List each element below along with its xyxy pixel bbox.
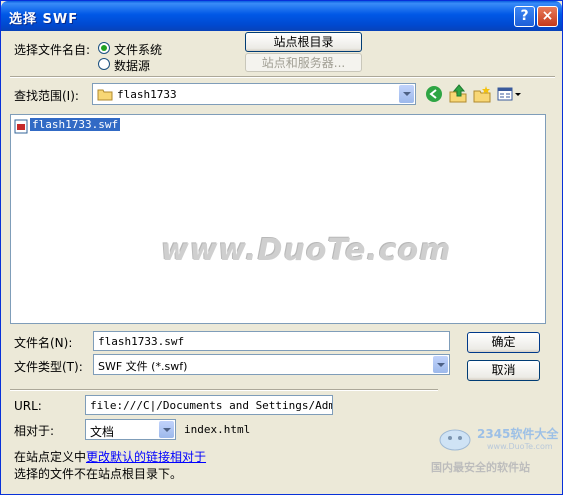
not-in-root-note: 选择的文件不在站点根目录下。 bbox=[14, 467, 183, 481]
site-definition-prefix: 在站点定义中 bbox=[14, 450, 87, 464]
change-default-link[interactable]: 更改默认的链接相对于 bbox=[86, 450, 206, 464]
watermark-logo: 2345软件大全 www.DuoTe.com 国内最安全的软件站 bbox=[429, 419, 559, 477]
url-label: URL: bbox=[14, 399, 42, 413]
filesystem-label[interactable]: 文件系统 bbox=[114, 41, 162, 58]
filename-field[interactable]: flash1733.swf bbox=[93, 331, 450, 351]
logo-url: www.DuoTe.com bbox=[487, 442, 553, 451]
separator bbox=[10, 76, 555, 78]
filetype-value: SWF 文件 (*.swf) bbox=[98, 360, 188, 373]
relative-page: index.html bbox=[184, 423, 251, 436]
datasource-label[interactable]: 数据源 bbox=[114, 57, 150, 74]
site-definition-note: 在站点定义中更改默认的链接相对于 bbox=[14, 448, 206, 465]
filesystem-radio[interactable] bbox=[98, 42, 110, 54]
file-name: flash1733.swf bbox=[30, 118, 121, 131]
window-title: 选择 SWF bbox=[9, 12, 79, 27]
filetype-label: 文件类型(T): bbox=[14, 360, 83, 374]
logo-text: 2345软件大全 bbox=[477, 427, 559, 441]
chevron-down-icon[interactable] bbox=[399, 85, 414, 103]
datasource-radio[interactable] bbox=[98, 58, 110, 70]
up-folder-icon[interactable] bbox=[448, 84, 468, 106]
chevron-down-icon[interactable] bbox=[433, 356, 448, 373]
folder-icon bbox=[97, 87, 113, 104]
relative-combo[interactable]: 文档 bbox=[85, 419, 176, 440]
select-from-label: 选择文件名自: bbox=[14, 43, 91, 57]
watermark-text: www.DuoTe.com bbox=[161, 233, 452, 268]
filename-label: 文件名(N): bbox=[14, 336, 73, 350]
radio-selected-dot bbox=[101, 45, 107, 51]
file-dialog: 选择 SWF ? × 选择文件名自: 文件系统 数据源 站点根目录 站点和服务器… bbox=[0, 0, 563, 495]
swf-file-icon bbox=[14, 119, 28, 137]
site-root-button[interactable]: 站点根目录 bbox=[245, 32, 362, 52]
new-folder-icon[interactable] bbox=[472, 85, 492, 106]
help-button[interactable]: ? bbox=[514, 6, 535, 27]
lookin-label: 查找范围(I): bbox=[14, 89, 79, 103]
back-icon[interactable] bbox=[425, 85, 443, 106]
mascot-icon bbox=[437, 425, 473, 454]
close-button[interactable]: × bbox=[537, 6, 558, 27]
ok-button[interactable]: 确定 bbox=[467, 332, 540, 353]
lookin-value: flash1733 bbox=[117, 88, 177, 101]
relative-label: 相对于: bbox=[14, 424, 55, 438]
file-list[interactable]: flash1733.swf www.DuoTe.com bbox=[10, 114, 546, 324]
view-menu-icon[interactable] bbox=[497, 86, 521, 105]
lookin-combo[interactable]: flash1733 bbox=[92, 83, 416, 105]
separator bbox=[10, 389, 438, 391]
chevron-down-icon[interactable] bbox=[159, 421, 174, 438]
filetype-combo[interactable]: SWF 文件 (*.swf) bbox=[93, 354, 450, 375]
site-server-button[interactable]: 站点和服务器... bbox=[245, 53, 362, 72]
cancel-button[interactable]: 取消 bbox=[467, 360, 540, 381]
logo-tagline: 国内最安全的软件站 bbox=[431, 461, 530, 474]
relative-value: 文档 bbox=[90, 425, 115, 439]
url-field[interactable]: file:///C|/Documents and Settings/Admini… bbox=[85, 395, 333, 415]
title-bar[interactable]: 选择 SWF ? × bbox=[1, 1, 562, 31]
